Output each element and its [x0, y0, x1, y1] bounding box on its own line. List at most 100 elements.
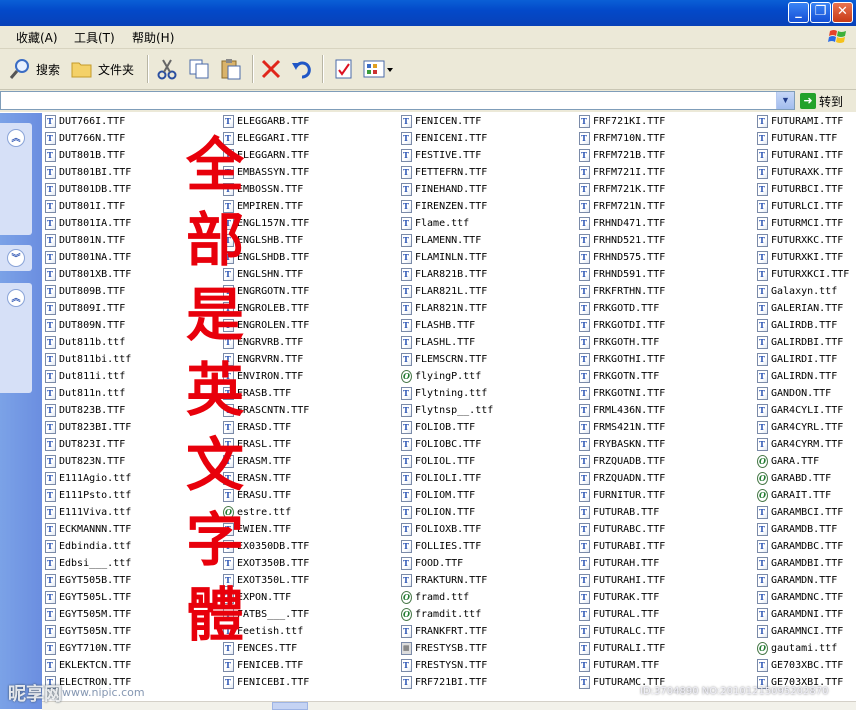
file-item[interactable]: Flytning.ttf [401, 385, 487, 402]
file-item[interactable]: EGYT505L.TTF [45, 589, 131, 606]
file-item[interactable]: FRML436N.TTF [579, 402, 665, 419]
file-item[interactable]: FRZQUADN.TTF [579, 470, 665, 487]
file-item[interactable]: E111Viva.ttf [45, 504, 131, 521]
file-item[interactable]: DUT801DB.TTF [45, 181, 131, 198]
file-item[interactable]: FLAR821L.TTF [401, 283, 487, 300]
file-item[interactable]: FOLIOL.TTF [401, 453, 475, 470]
file-item[interactable]: FRF721KI.TTF [579, 113, 665, 130]
file-item[interactable]: FESTIVE.TTF [401, 147, 481, 164]
go-button[interactable]: ➜ 转到 [800, 92, 852, 110]
file-item[interactable]: FLEMSCRN.TTF [401, 351, 487, 368]
file-item[interactable]: FUTURAM.TTF [579, 657, 659, 674]
file-item[interactable]: GARAMDBC.TTF [757, 538, 843, 555]
file-item[interactable]: ELEGGARB.TTF [223, 113, 309, 130]
file-item[interactable]: FLAMENN.TTF [401, 232, 481, 249]
file-item[interactable]: GALIRDB.TTF [757, 317, 837, 334]
file-item[interactable]: FRKFRTHN.TTF [579, 283, 665, 300]
file-item[interactable]: FUTURAK.TTF [579, 589, 659, 606]
file-item[interactable]: FRANKFRT.TTF [401, 623, 487, 640]
file-item[interactable]: FOLIOM.TTF [401, 487, 475, 504]
file-item[interactable]: FINEHAND.TTF [401, 181, 487, 198]
file-item[interactable]: FRFM721I.TTF [579, 164, 665, 181]
file-item[interactable]: GARAMNCI.TTF [757, 623, 843, 640]
file-item[interactable]: FRFM710N.TTF [579, 130, 665, 147]
file-item[interactable]: DUT809B.TTF [45, 283, 125, 300]
file-item[interactable]: GARAIT.TTF [757, 487, 831, 504]
file-item[interactable]: GARAMDN.TTF [757, 572, 837, 589]
file-item[interactable]: DUT801BI.TTF [45, 164, 131, 181]
file-item[interactable]: DUT823B.TTF [45, 402, 125, 419]
file-item[interactable]: GALIRDN.TTF [757, 368, 837, 385]
file-item[interactable]: FUTURXKI.TTF [757, 249, 843, 266]
file-item[interactable]: framdit.ttf [401, 606, 481, 623]
file-item[interactable]: FRESTYSB.TTF [401, 640, 487, 657]
file-item[interactable]: FRZQUADB.TTF [579, 453, 665, 470]
file-item[interactable]: DUT801B.TTF [45, 147, 125, 164]
file-item[interactable]: FUTURXKC.TTF [757, 232, 843, 249]
file-item[interactable]: FOLLIES.TTF [401, 538, 481, 555]
file-item[interactable]: FRHND575.TTF [579, 249, 665, 266]
search-button[interactable]: 搜索 [8, 55, 60, 83]
file-item[interactable]: FRKGOTHI.TTF [579, 351, 665, 368]
file-item[interactable]: DUT809N.TTF [45, 317, 125, 334]
file-item[interactable]: EKLEKTCN.TTF [45, 657, 131, 674]
folders-button[interactable]: 文件夹 [70, 55, 134, 83]
file-item[interactable]: framd.ttf [401, 589, 469, 606]
file-item[interactable]: EGYT710N.TTF [45, 640, 131, 657]
file-item[interactable]: FRAKTURN.TTF [401, 572, 487, 589]
file-item[interactable]: FUTURALI.TTF [579, 640, 665, 657]
file-item[interactable]: FRHND591.TTF [579, 266, 665, 283]
file-item[interactable]: FUTURABC.TTF [579, 521, 665, 538]
file-item[interactable]: GARAMDB.TTF [757, 521, 837, 538]
file-item[interactable]: FUTURAB.TTF [579, 504, 659, 521]
file-item[interactable]: FUTURXKCI.TTF [757, 266, 849, 283]
file-item[interactable]: EGYT505B.TTF [45, 572, 131, 589]
file-item[interactable]: GALIRDI.TTF [757, 351, 837, 368]
file-item[interactable]: FUTURMCI.TTF [757, 215, 843, 232]
close-button[interactable]: ✕ [832, 2, 853, 23]
file-item[interactable]: FUTURAXK.TTF [757, 164, 843, 181]
menu-tools[interactable]: 工具(T) [74, 29, 115, 46]
file-item[interactable]: FENICEN.TTF [401, 113, 481, 130]
file-item[interactable]: FOLIOBC.TTF [401, 436, 481, 453]
file-item[interactable]: FRFM721B.TTF [579, 147, 665, 164]
file-item[interactable]: FRKGOTN.TTF [579, 368, 659, 385]
file-item[interactable]: FLAR821N.TTF [401, 300, 487, 317]
chevron-down-icon[interactable]: ︾ [7, 249, 25, 267]
file-item[interactable]: FOLIOXB.TTF [401, 521, 481, 538]
file-item[interactable]: DUT801N.TTF [45, 232, 125, 249]
file-item[interactable]: FLAMINLN.TTF [401, 249, 487, 266]
file-item[interactable]: FUTURLCI.TTF [757, 198, 843, 215]
restore-button[interactable]: ❐ [810, 2, 831, 23]
file-item[interactable]: FLAR821B.TTF [401, 266, 487, 283]
chevron-up-icon[interactable]: ︽ [7, 289, 25, 307]
file-item[interactable]: Dut811bi.ttf [45, 351, 131, 368]
file-item[interactable]: FIRENZEN.TTF [401, 198, 487, 215]
file-item[interactable]: DUT801NA.TTF [45, 249, 131, 266]
file-item[interactable]: GARAMDBI.TTF [757, 555, 843, 572]
file-item[interactable]: Flame.ttf [401, 215, 469, 232]
cut-button[interactable] [155, 55, 179, 83]
file-item[interactable]: FOOD.TTF [401, 555, 463, 572]
file-item[interactable]: FETTEFRN.TTF [401, 164, 487, 181]
file-item[interactable]: E111Psto.ttf [45, 487, 131, 504]
copy-button[interactable] [187, 55, 211, 83]
file-item[interactable]: GARA.TTF [757, 453, 819, 470]
file-item[interactable]: FLASHB.TTF [401, 317, 475, 334]
file-item[interactable]: FUTURAMI.TTF [757, 113, 843, 130]
minimize-button[interactable]: _ [788, 2, 809, 23]
file-item[interactable]: FRYBASKN.TTF [579, 436, 665, 453]
file-item[interactable]: FRFM721N.TTF [579, 198, 665, 215]
file-item[interactable]: Edbsi___.ttf [45, 555, 131, 572]
file-item[interactable]: FRHND521.TTF [579, 232, 665, 249]
file-item[interactable]: FRKGOTD.TTF [579, 300, 659, 317]
file-item[interactable]: FRKGOTDI.TTF [579, 317, 665, 334]
file-item[interactable]: FRF721BI.TTF [401, 674, 487, 691]
file-item[interactable]: GAR4CYRM.TTF [757, 436, 843, 453]
file-item[interactable]: DUT801XB.TTF [45, 266, 131, 283]
file-item[interactable]: GARABD.TTF [757, 470, 831, 487]
address-dropdown-button[interactable]: ▼ [776, 92, 794, 109]
file-item[interactable]: FOLIOB.TTF [401, 419, 475, 436]
file-item[interactable]: GAR4CYRL.TTF [757, 419, 843, 436]
file-item[interactable]: FUTURAL.TTF [579, 606, 659, 623]
